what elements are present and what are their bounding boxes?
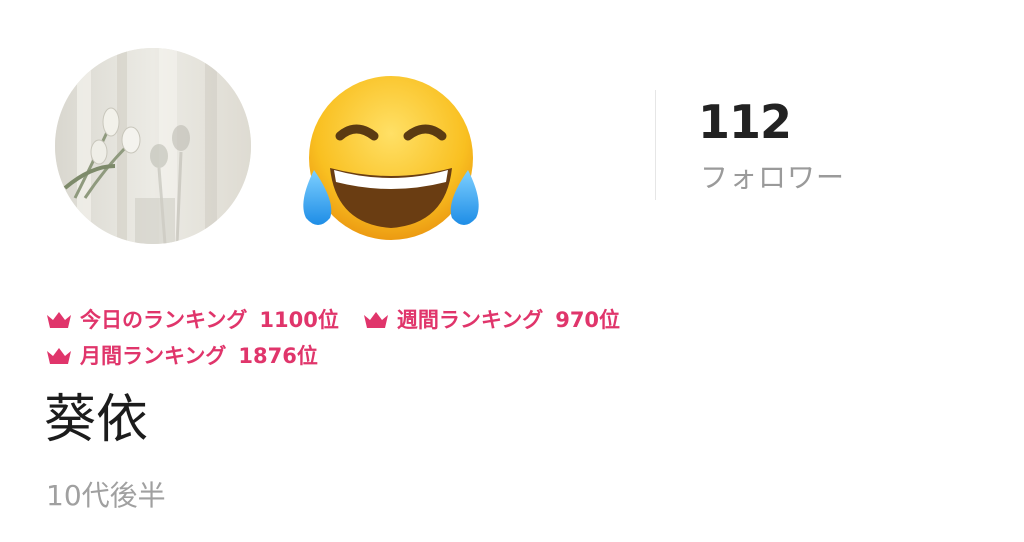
face-with-tears-of-joy-icon xyxy=(296,72,486,244)
stats-divider xyxy=(655,90,656,200)
ranking-weekly: 週間ランキング 970位 xyxy=(363,306,620,334)
ranking-value: 1876位 xyxy=(238,344,318,368)
ranking-monthly: 月間ランキング 1876位 xyxy=(46,342,318,370)
ranking-label: 月間ランキング xyxy=(80,344,227,368)
ranking-daily: 今日のランキング 1100位 xyxy=(46,306,339,334)
profile-header: 112 フォロワー 今日のランキング 1100位 週間ランキング 970位 月間… xyxy=(0,0,1024,542)
ranking-row: 月間ランキング 1876位 xyxy=(46,342,342,370)
crown-icon xyxy=(46,310,72,330)
user-name: 葵依 xyxy=(44,390,149,450)
crown-icon xyxy=(363,310,389,330)
ranking-label: 週間ランキング xyxy=(396,308,544,332)
crown-icon xyxy=(46,346,72,366)
ranking-value: 970位 xyxy=(555,308,621,332)
ranking-row: 今日のランキング 1100位 週間ランキング 970位 xyxy=(46,306,644,334)
profile-photo-flowers xyxy=(55,48,251,244)
follower-label[interactable]: フォロワー xyxy=(700,160,845,196)
ranking-label: 今日のランキング xyxy=(80,308,248,332)
avatar[interactable] xyxy=(55,48,251,244)
follower-count[interactable]: 112 xyxy=(698,94,792,150)
user-age-group: 10代後半 xyxy=(46,479,166,512)
ranking-value: 1100位 xyxy=(259,308,339,332)
